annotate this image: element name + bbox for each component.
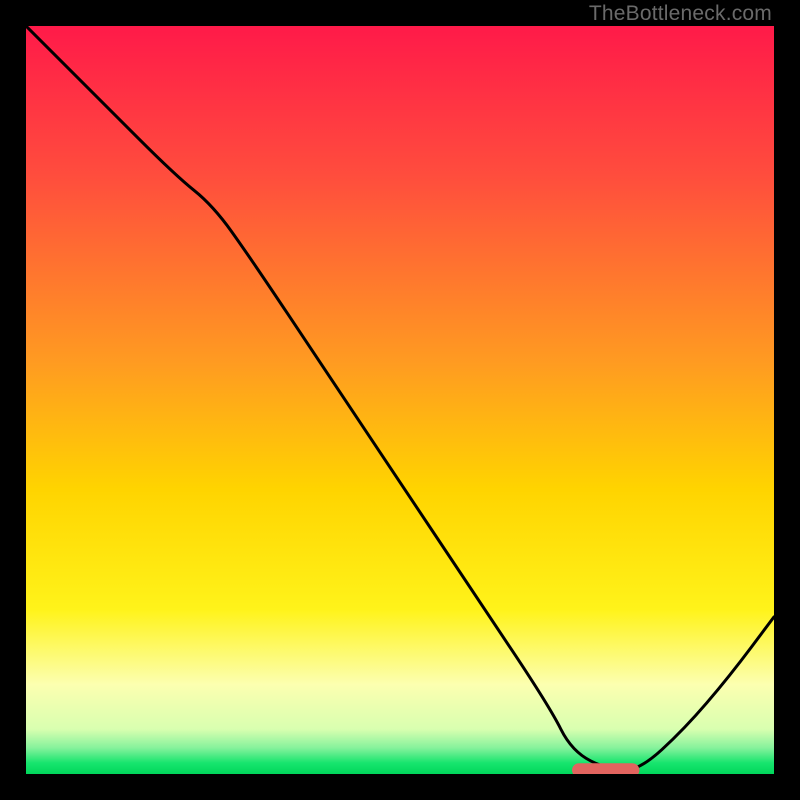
chart-frame xyxy=(26,26,774,774)
watermark-text: TheBottleneck.com xyxy=(589,2,772,26)
plot-area xyxy=(26,26,774,774)
optimum-marker xyxy=(572,763,639,774)
bottleneck-chart xyxy=(26,26,774,774)
